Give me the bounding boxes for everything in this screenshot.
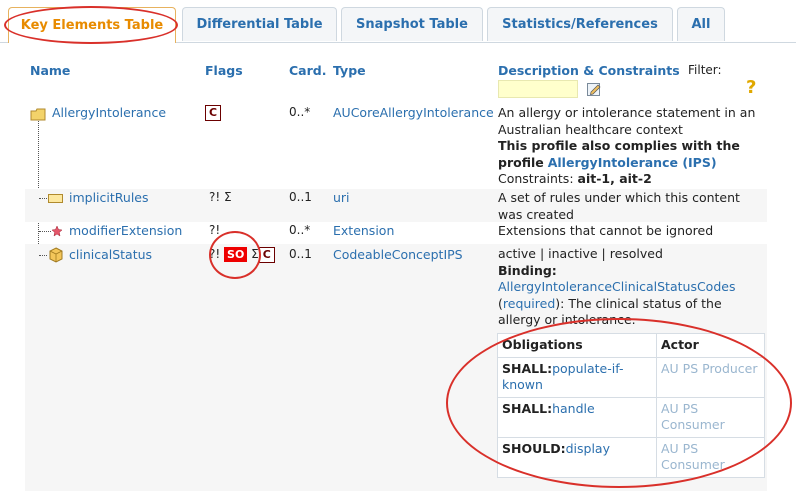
element-name[interactable]: implicitRules xyxy=(69,190,149,205)
description: An allergy or intolerance statement in a… xyxy=(498,105,766,188)
filter-input[interactable] xyxy=(498,80,578,98)
profile-link[interactable]: AllergyIntolerance (IPS) xyxy=(548,155,717,170)
type-link[interactable]: CodeableConceptIPS xyxy=(333,247,463,262)
type-link[interactable]: AUCoreAllergyIntolerance xyxy=(333,105,494,120)
flag-constraint[interactable]: C xyxy=(205,105,222,121)
primitive-icon xyxy=(48,194,63,203)
help-icon[interactable]: ? xyxy=(746,79,762,97)
tab-snapshot[interactable]: Snapshot Table xyxy=(341,7,483,41)
tree-branch xyxy=(39,198,47,199)
description-text: active | inactive | resolved xyxy=(498,246,663,261)
edit-icon[interactable] xyxy=(587,82,602,96)
col-header-card[interactable]: Card. xyxy=(289,63,326,78)
tab-statistics[interactable]: Statistics/References xyxy=(487,7,673,41)
flags: C xyxy=(205,105,222,121)
tab-differential[interactable]: Differential Table xyxy=(182,7,337,41)
flag-constraint[interactable]: C xyxy=(258,247,275,263)
description-text: Extensions that cannot be ignored xyxy=(498,223,714,238)
cardinality: 0..1 xyxy=(289,247,312,261)
cardinality: 0..* xyxy=(289,223,311,237)
constraints-value[interactable]: ait-1, ait-2 xyxy=(578,171,652,186)
folder-icon xyxy=(30,108,46,121)
tree-branch xyxy=(39,231,51,232)
annotation-circle-obligations xyxy=(446,318,792,488)
type-link[interactable]: Extension xyxy=(333,223,394,238)
description-text: A set of rules under which this content … xyxy=(498,190,740,222)
datatype-icon xyxy=(49,247,63,263)
binding-valueset-link[interactable]: AllergyIntoleranceClinicalStatusCodes xyxy=(498,279,735,294)
col-header-flags[interactable]: Flags xyxy=(205,63,243,78)
binding-strength-link[interactable]: required xyxy=(503,296,555,311)
col-header-name[interactable]: Name xyxy=(30,63,70,78)
element-name[interactable]: clinicalStatus xyxy=(69,247,152,262)
tab-all[interactable]: All xyxy=(677,7,725,41)
annotation-circle-so-flag xyxy=(209,231,261,279)
cardinality: 0..1 xyxy=(289,190,312,204)
tree-branch xyxy=(39,255,47,256)
description-text: An allergy or intolerance statement in a… xyxy=(498,105,756,137)
description: active | inactive | resolved Binding: Al… xyxy=(498,246,766,329)
binding-label: Binding: xyxy=(498,262,557,278)
extension-icon xyxy=(51,225,63,237)
annotation-circle-tab xyxy=(4,6,178,44)
element-name[interactable]: modifierExtension xyxy=(69,223,182,238)
col-header-description[interactable]: Description & Constraints xyxy=(498,63,680,78)
type-link[interactable]: uri xyxy=(333,190,350,205)
element-name[interactable]: AllergyIntolerance xyxy=(52,105,166,120)
col-header-type[interactable]: Type xyxy=(333,63,366,78)
cardinality: 0..* xyxy=(289,105,311,119)
filter-label: Filter: xyxy=(688,63,722,77)
constraints-label: Constraints: xyxy=(498,171,574,186)
flags: ?! Σ xyxy=(209,190,232,204)
